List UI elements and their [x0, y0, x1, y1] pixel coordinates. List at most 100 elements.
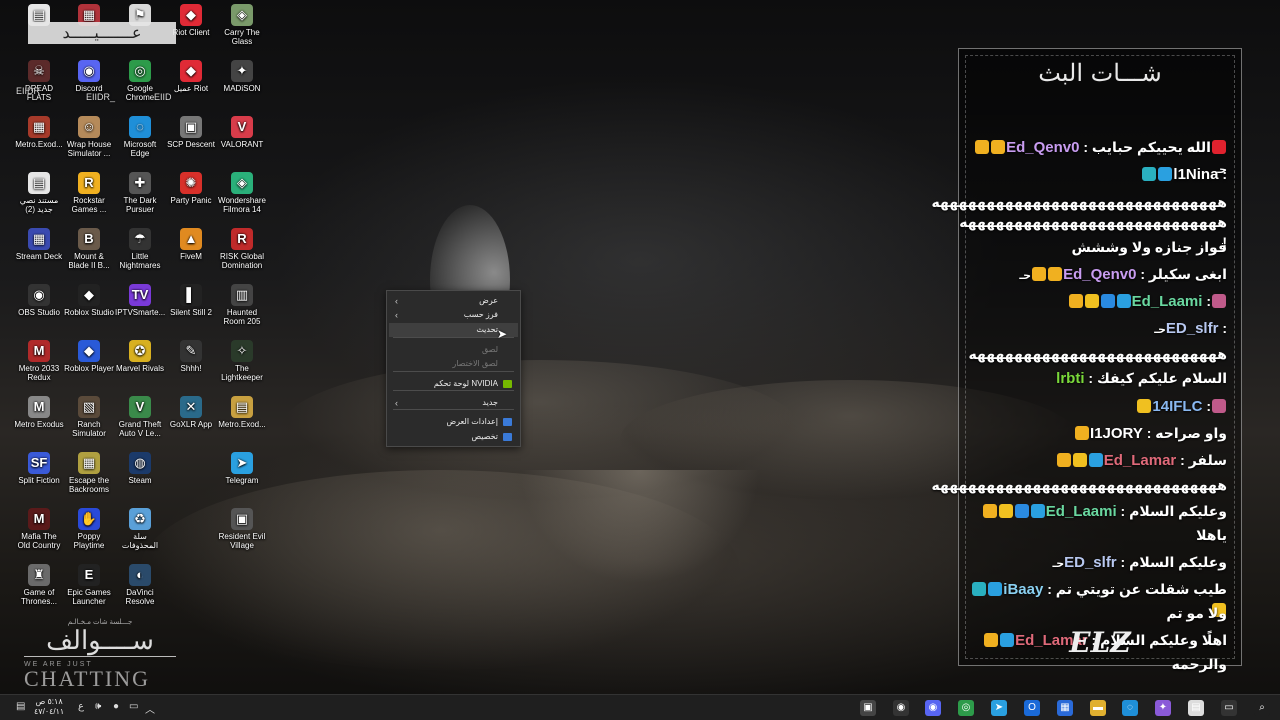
chat-badge-icon — [991, 140, 1006, 154]
chat-badge-icon — [1048, 267, 1063, 281]
desktop-icon[interactable]: SF Split Fiction — [14, 452, 64, 485]
app-icon: ◍ — [129, 452, 151, 474]
desktop-icon[interactable]: ◆ Roblox Player — [64, 340, 114, 373]
desktop-icon[interactable]: ✪ Marvel Rivals — [115, 340, 165, 373]
app-icon: ◐ — [129, 564, 151, 586]
desktop-icon[interactable]: ▦ Metro.Exod... — [14, 116, 64, 149]
desktop-icon[interactable]: ▲ FiveM — [166, 228, 216, 261]
chat-message: هههههههههههههههههههههههههههه — [965, 344, 1228, 364]
tray-overflow-chevron-icon[interactable]: ︿ — [145, 701, 155, 716]
desktop-icon[interactable]: ✎ Shhh! — [166, 340, 216, 373]
desktop-icon[interactable]: ▥ Haunted Room 205 — [217, 284, 267, 326]
context-menu-item[interactable]: تخصيص — [389, 430, 518, 444]
search-taskbar-icon[interactable]: ⌕ — [1254, 700, 1270, 716]
chrome-taskbar-icon[interactable]: ◎ — [958, 700, 974, 716]
context-menu-item[interactable]: جديد ‹ — [389, 396, 518, 410]
desktop-icon[interactable]: ◈ Carry The Glass — [217, 4, 267, 46]
task-view-icon[interactable]: ▭ — [1221, 700, 1237, 716]
desktop-icon[interactable]: ♻ سلة المحذوفات — [115, 508, 165, 550]
chat-message-text: : — [1202, 293, 1211, 309]
context-menu-item[interactable]: إعدادات العرض — [389, 415, 518, 429]
chat-badge-icon — [1032, 267, 1047, 281]
file-taskbar-icon[interactable]: ▤ — [1188, 700, 1204, 716]
desktop-icon[interactable]: R RISK Global Domination — [217, 228, 267, 270]
desktop-icon[interactable]: ▤ Metro.Exod... — [217, 396, 267, 429]
chat-badge-icon — [1100, 294, 1115, 308]
desktop-icon[interactable]: ✦ MADiSON — [217, 60, 267, 93]
desktop-icon-label: Metro 2033 Redux — [18, 364, 60, 382]
desktop-icon[interactable]: ➤ Telegram — [217, 452, 267, 485]
telegram-taskbar-icon[interactable]: ➤ — [991, 700, 1007, 716]
volume-icon[interactable]: 🕪 — [95, 701, 101, 712]
desktop-icon[interactable]: ▧ Ranch Simulator — [64, 396, 114, 438]
desktop-icon[interactable]: ◍ Steam — [115, 452, 165, 485]
taskbar-clock[interactable]: ٥:١٨ ص ٤٧/٠٤/١١ — [34, 697, 64, 717]
desktop-icon-label: Game of Thrones... — [20, 588, 57, 606]
desktop-icon[interactable]: M Mafia The Old Country — [14, 508, 64, 550]
desktop-icon[interactable]: E Epic Games Launcher — [64, 564, 114, 606]
desktop-icon[interactable]: ♜ Game of Thrones... — [14, 564, 64, 606]
desktop-icon-label: Steam — [128, 476, 152, 485]
desktop-icon[interactable]: B Mount & Blade II B... — [64, 228, 114, 270]
desktop-icon[interactable]: ✚ The Dark Pursuer — [115, 172, 165, 214]
desktop-icon-label: Metro.Exod... — [15, 140, 63, 149]
desktop-icon[interactable]: ▦ Escape the Backrooms — [64, 452, 114, 494]
chat-username: Ed_Laami — [1045, 503, 1117, 520]
edge-taskbar-icon[interactable]: ◌ — [1122, 700, 1138, 716]
notification-icon[interactable]: ▤ — [16, 701, 25, 712]
chat-message-text: : — [1218, 320, 1227, 336]
desktop-icon[interactable]: R Rockstar Games ... — [64, 172, 114, 214]
desktop-icon[interactable]: ◈ Wondershare Filmora 14 — [217, 172, 267, 214]
desktop-icon[interactable]: ▣ Resident Evil Village — [217, 508, 267, 550]
discord-taskbar-icon[interactable]: ◉ — [925, 700, 941, 716]
desktop-icon[interactable] — [166, 508, 216, 532]
app-icon: ♻ — [129, 508, 151, 530]
chat-message: واو صراحه : I1JORY — [965, 423, 1227, 444]
desktop-icon[interactable]: ▣ SCP Descent — [166, 116, 216, 149]
obs-taskbar-icon[interactable]: ◉ — [893, 700, 909, 716]
desktop-icon-label: The Dark Pursuer — [123, 196, 157, 214]
context-menu-item[interactable]: عرض ‹ — [389, 294, 518, 308]
widgets-icon[interactable]: ▣ — [860, 700, 876, 716]
explorer-taskbar-icon[interactable]: ▬ — [1090, 700, 1106, 716]
desktop-icon[interactable]: ✧ The Lightkeeper — [217, 340, 267, 382]
desktop-icon[interactable]: ◉ OBS Studio — [14, 284, 64, 317]
desktop-icon[interactable]: ◌ Microsoft Edge — [115, 116, 165, 158]
desktop-icon[interactable]: ◐ DaVinci Resolve — [115, 564, 165, 606]
desktop-icon[interactable]: ▌ Silent Still 2 — [166, 284, 216, 317]
desktop-icon[interactable]: M Metro Exodus — [14, 396, 64, 429]
microphone-icon[interactable]: ● — [113, 701, 119, 712]
desktop-icon[interactable]: V VALORANT — [217, 116, 267, 149]
app-icon: V — [129, 396, 151, 418]
outlook-taskbar-icon[interactable]: O — [1024, 700, 1040, 716]
desktop-icon[interactable]: ✋ Poppy Playtime — [64, 508, 114, 550]
chat-username: I1JORY — [1090, 425, 1143, 442]
store-taskbar-icon[interactable]: ▦ — [1057, 700, 1073, 716]
input-language-indicator[interactable]: ع — [78, 701, 84, 712]
context-menu-item[interactable]: فرز حسب ‹ — [389, 308, 518, 322]
chat-badge-icon — [998, 504, 1013, 518]
desktop-icon-label: Poppy Playtime — [73, 532, 105, 550]
desktop-icon-label: Wrap House Simulator ... — [66, 140, 112, 158]
copilot-taskbar-icon[interactable]: ✦ — [1155, 700, 1171, 716]
desktop-icon[interactable]: ✕ GoXLR App — [166, 396, 216, 429]
menu-separator — [393, 337, 514, 338]
chevron-left-icon: ‹ — [395, 310, 398, 320]
desktop-icon[interactable]: M Metro 2033 Redux — [14, 340, 64, 382]
desktop-icon[interactable]: ☺ Wrap House Simulator ... — [64, 116, 114, 158]
chat-username: ED_slfr — [1064, 554, 1117, 571]
app-icon: ✧ — [231, 340, 253, 362]
desktop-icon[interactable]: ✺ Party Panic — [166, 172, 216, 205]
wifi-icon[interactable]: ▭ — [129, 701, 138, 712]
context-menu-item[interactable]: لوحة تحكم NVIDIA — [389, 377, 518, 391]
desktop-icon[interactable]: V Grand Theft Auto V Le... — [115, 396, 165, 438]
desktop-icon[interactable]: ▤ مستند نصي جديد (2) — [14, 172, 64, 214]
desktop-icon[interactable]: ☂ Little Nightmares — [115, 228, 165, 270]
chat-username: l1Nina — [1173, 166, 1219, 183]
desktop-icon[interactable]: TV IPTVSmarte... — [115, 284, 165, 317]
app-icon: ✋ — [78, 508, 100, 530]
chat-badge-icon — [975, 140, 990, 154]
desktop-icon[interactable]: ◆ Roblox Studio — [64, 284, 114, 317]
desktop-icon[interactable]: ▦ Stream Deck — [14, 228, 64, 261]
desktop-icon[interactable] — [166, 452, 216, 476]
